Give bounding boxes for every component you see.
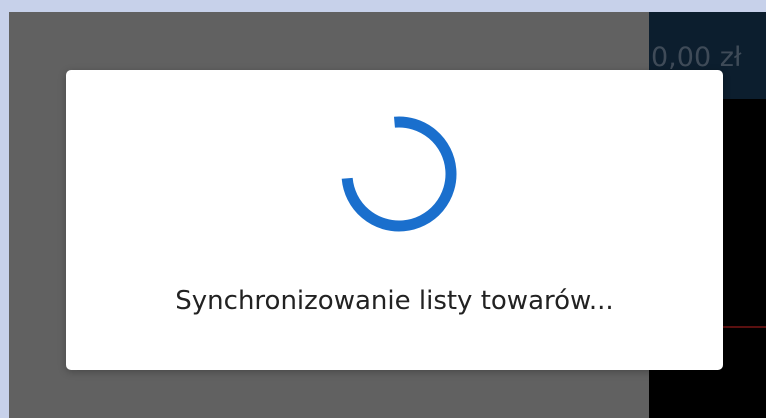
progress-dialog: Synchronizowanie listy towarów... [66,70,723,370]
app-screen: 0,00 zł Synchronizowanie listy towarów..… [9,12,766,418]
progress-spinner-icon [341,116,457,232]
device-frame: 0,00 zł Synchronizowanie listy towarów..… [0,0,766,418]
red-divider-line [723,326,766,328]
total-amount: 0,00 zł [651,42,742,73]
dialog-message: Synchronizowanie listy towarów... [175,286,614,316]
